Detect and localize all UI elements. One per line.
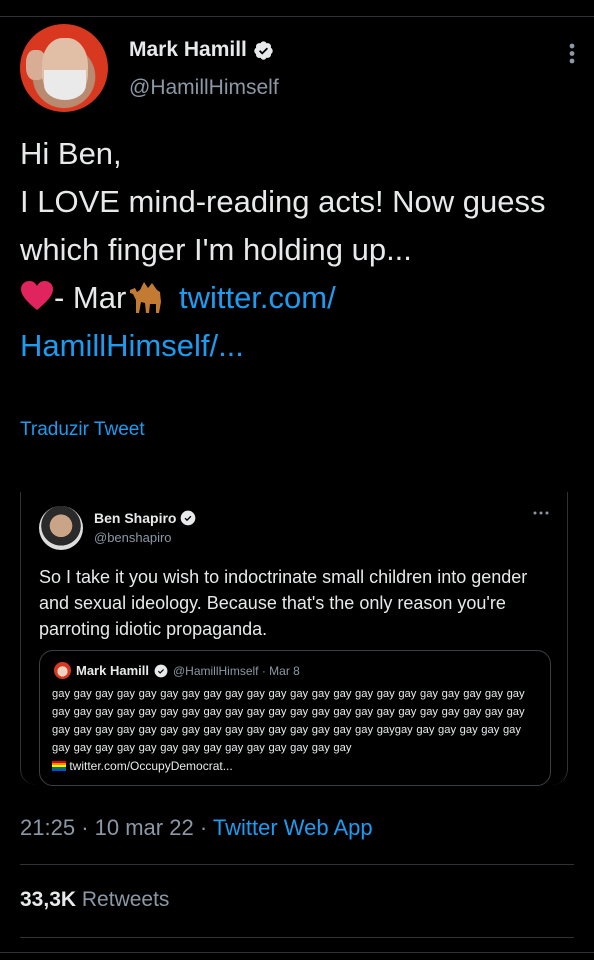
divider [20,864,574,865]
heart-emoji-icon [21,281,53,310]
verified-badge-icon [181,510,196,526]
nested-quoted-tweet[interactable]: Mark Hamill @HamillHimself · Mar 8 gay g… [39,650,551,786]
quoted-text: So I take it you wish to indoctrinate sm… [39,567,528,639]
quoted-author-name[interactable]: Ben Shapiro [94,510,176,526]
author-avatar[interactable] [20,24,108,112]
nested-author-name: Mark Hamill [76,663,149,678]
author-handle[interactable]: @HamillHimself [129,76,279,100]
author-name[interactable]: Mark Hamill [129,38,247,62]
separator-dot: · [199,815,208,840]
tweet-date[interactable]: 10 mar 22 [95,815,194,840]
quoted-author-handle[interactable]: @benshapiro [94,530,172,545]
verified-badge-icon [154,664,168,677]
tweet-source-app[interactable]: Twitter Web App [213,815,373,840]
retweets-label: Retweets [81,888,170,911]
quoted-name-row: Ben Shapiro [94,510,196,526]
top-divider [0,16,594,17]
retweets-stat[interactable]: 33,3K Retweets [20,888,169,912]
divider [20,937,574,938]
quoted-tweet[interactable]: Ben Shapiro @benshapiro So I take it you… [20,492,568,786]
rainbow-flag-icon [52,761,66,771]
more-options-icon[interactable] [550,38,580,68]
nested-link-row: twitter.com/OccupyDemocrat... [52,759,233,773]
camel-emoji-icon [130,282,162,313]
tweet-header: Mark Hamill @HamillHimself [20,24,580,114]
tweet-text-line2: I LOVE mind-reading acts! Now guess whic… [20,184,546,267]
bottom-divider [0,952,594,953]
retweets-count: 33,3K [20,888,77,911]
quoted-more-icon[interactable] [531,506,551,520]
translate-tweet-link[interactable]: Traduzir Tweet [20,419,145,441]
nested-meta: @HamillHimself · Mar 8 [172,663,300,678]
nested-text: gay gay gay gay gay gay gay gay gay gay … [52,688,525,754]
nested-link[interactable]: twitter.com/OccupyDemocrat... [69,759,232,773]
author-name-row[interactable]: Mark Hamill [129,38,274,62]
tweet-text-line1: Hi Ben, [20,136,122,171]
separator-dot: · [81,815,89,840]
verified-badge-icon [254,40,273,60]
tweet-time[interactable]: 21:25 [20,815,75,840]
tweet-metadata: 21:25 · 10 mar 22 · Twitter Web App [20,815,373,841]
nested-header: Mark Hamill @HamillHimself · Mar 8 [54,662,300,679]
tweet-text: Hi Ben, I LOVE mind-reading acts! Now gu… [20,130,560,370]
quoted-author-avatar[interactable] [39,506,83,550]
nested-author-avatar [54,662,71,679]
tweet-signoff: - Mar [54,280,127,315]
